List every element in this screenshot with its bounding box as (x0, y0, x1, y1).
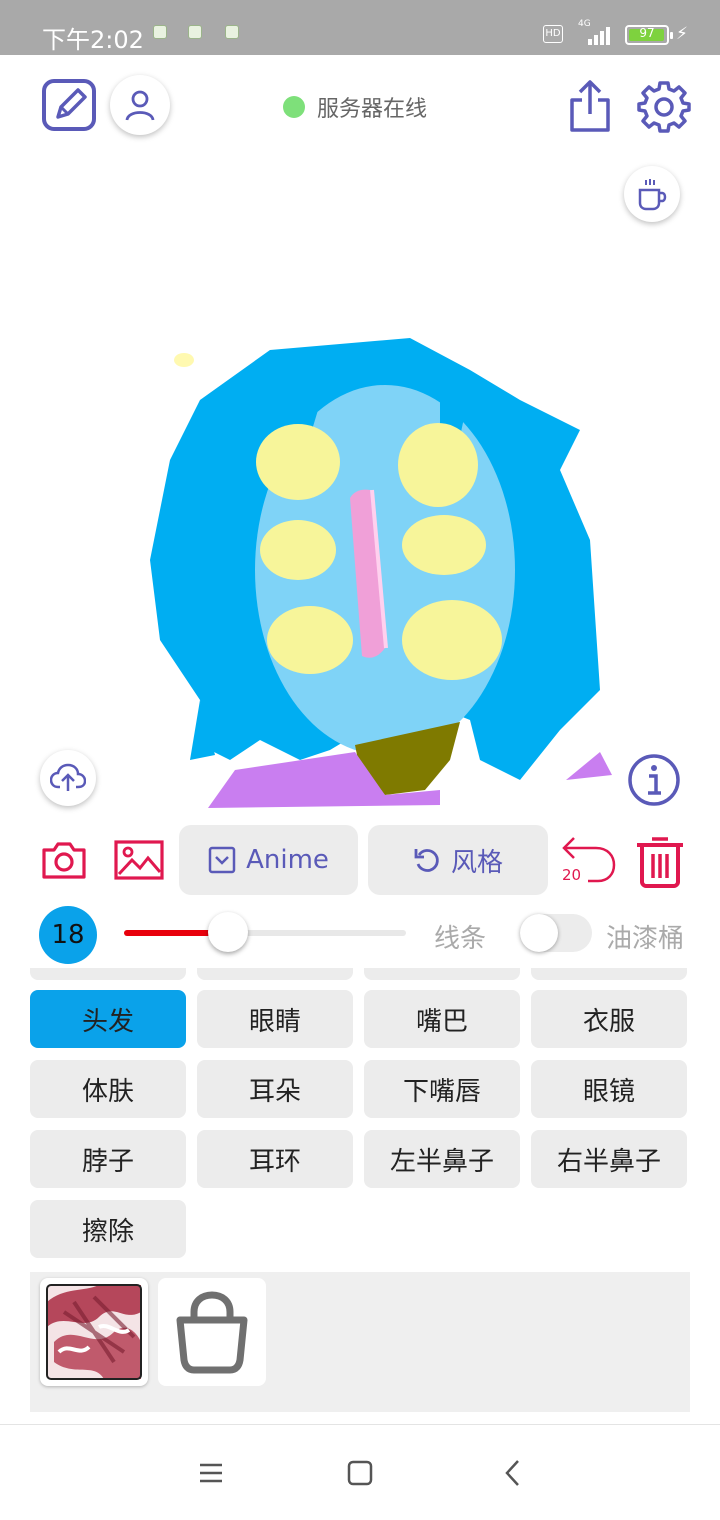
paint-bucket-toggle[interactable] (520, 914, 592, 952)
part-chip-right-nose[interactable]: 右半鼻子 (531, 1130, 687, 1188)
status-bar: 下午2:02 HD 4G 97 ⚡ (0, 0, 720, 55)
part-chip-eraser[interactable]: 擦除 (30, 1200, 186, 1258)
server-status: 服务器在线 (283, 92, 427, 122)
charging-icon: ⚡ (676, 24, 688, 44)
part-chip-hidden[interactable] (364, 968, 520, 980)
home-icon[interactable] (347, 1453, 373, 1493)
anime-label: Anime (246, 845, 329, 875)
status-dot (283, 96, 305, 118)
notification-icon (153, 25, 167, 39)
upload-button[interactable] (40, 750, 96, 806)
part-chip-hidden[interactable] (30, 968, 186, 980)
gear-icon (637, 81, 691, 133)
part-chip-neck[interactable]: 脖子 (30, 1130, 186, 1188)
battery-icon: 97 (625, 25, 673, 45)
result-thumbnails (30, 1272, 690, 1412)
cloud-upload-icon (50, 763, 86, 791)
part-chip-mouth[interactable]: 嘴巴 (364, 990, 520, 1048)
part-selector-grid: 头发 眼睛 嘴巴 衣服 体肤 耳朵 下嘴唇 眼镜 脖子 耳环 左半鼻子 右半鼻子… (0, 968, 720, 1268)
part-chip-skin[interactable]: 体肤 (30, 1060, 186, 1118)
info-icon (628, 754, 680, 806)
part-chip-eyes[interactable]: 眼睛 (197, 990, 353, 1048)
toggle-knob (520, 914, 558, 952)
image-icon (114, 840, 164, 880)
part-chip-hair[interactable]: 头发 (30, 990, 186, 1048)
menu-icon[interactable] (198, 1453, 224, 1493)
brush-size-slider[interactable] (124, 912, 406, 952)
notification-icon (225, 25, 239, 39)
system-nav-bar (0, 1424, 720, 1520)
gallery-button[interactable] (113, 838, 165, 882)
status-time: 下午2:02 (42, 26, 144, 54)
delete-button[interactable] (634, 834, 686, 888)
sketch-drawing (150, 338, 612, 808)
camera-button[interactable] (40, 838, 88, 882)
lines-label: 线条 (434, 924, 487, 954)
signal-icon: 4G (576, 19, 616, 47)
part-chip-glasses[interactable]: 眼镜 (531, 1060, 687, 1118)
generated-image (46, 1284, 142, 1380)
user-icon (125, 90, 155, 121)
part-chip-lower-lip[interactable]: 下嘴唇 (364, 1060, 520, 1118)
edit-icon (42, 79, 96, 131)
part-chip-ears[interactable]: 耳朵 (197, 1060, 353, 1118)
notification-icon (188, 25, 202, 39)
share-icon (570, 80, 610, 132)
profile-button[interactable] (110, 75, 170, 135)
settings-button[interactable] (636, 79, 692, 135)
part-chip-earrings[interactable]: 耳环 (197, 1130, 353, 1188)
edit-button[interactable] (40, 77, 98, 133)
refresh-icon (414, 849, 439, 872)
part-chip-hidden[interactable] (531, 968, 687, 980)
undo-button[interactable]: 20 (560, 834, 616, 886)
undo-count: 20 (562, 866, 582, 884)
battery-level: 97 (639, 26, 655, 40)
brush-size-badge: 18 (39, 906, 97, 964)
result-thumbnail[interactable] (40, 1278, 148, 1386)
anime-model-button[interactable]: Anime (179, 825, 358, 895)
dropdown-box-icon (208, 846, 236, 874)
part-chip-left-nose[interactable]: 左半鼻子 (364, 1130, 520, 1188)
hd-icon: HD (543, 25, 563, 43)
shopping-bag-icon (176, 1291, 248, 1374)
part-chip-clothes[interactable]: 衣服 (531, 990, 687, 1048)
server-status-text: 服务器在线 (317, 97, 428, 122)
slider-thumb[interactable] (208, 912, 249, 952)
share-button[interactable] (566, 78, 614, 134)
drawing-canvas[interactable] (0, 150, 720, 810)
back-icon[interactable] (500, 1453, 526, 1493)
shop-button[interactable] (158, 1278, 266, 1386)
part-chip-hidden[interactable] (197, 968, 353, 980)
paint-bucket-label: 油漆桶 (606, 924, 685, 954)
camera-icon (42, 842, 86, 879)
info-button[interactable] (626, 752, 682, 808)
style-label: 风格 (450, 847, 503, 878)
style-button[interactable]: 风格 (368, 825, 548, 895)
trash-icon (637, 837, 683, 888)
network-type: 4G (578, 19, 591, 29)
